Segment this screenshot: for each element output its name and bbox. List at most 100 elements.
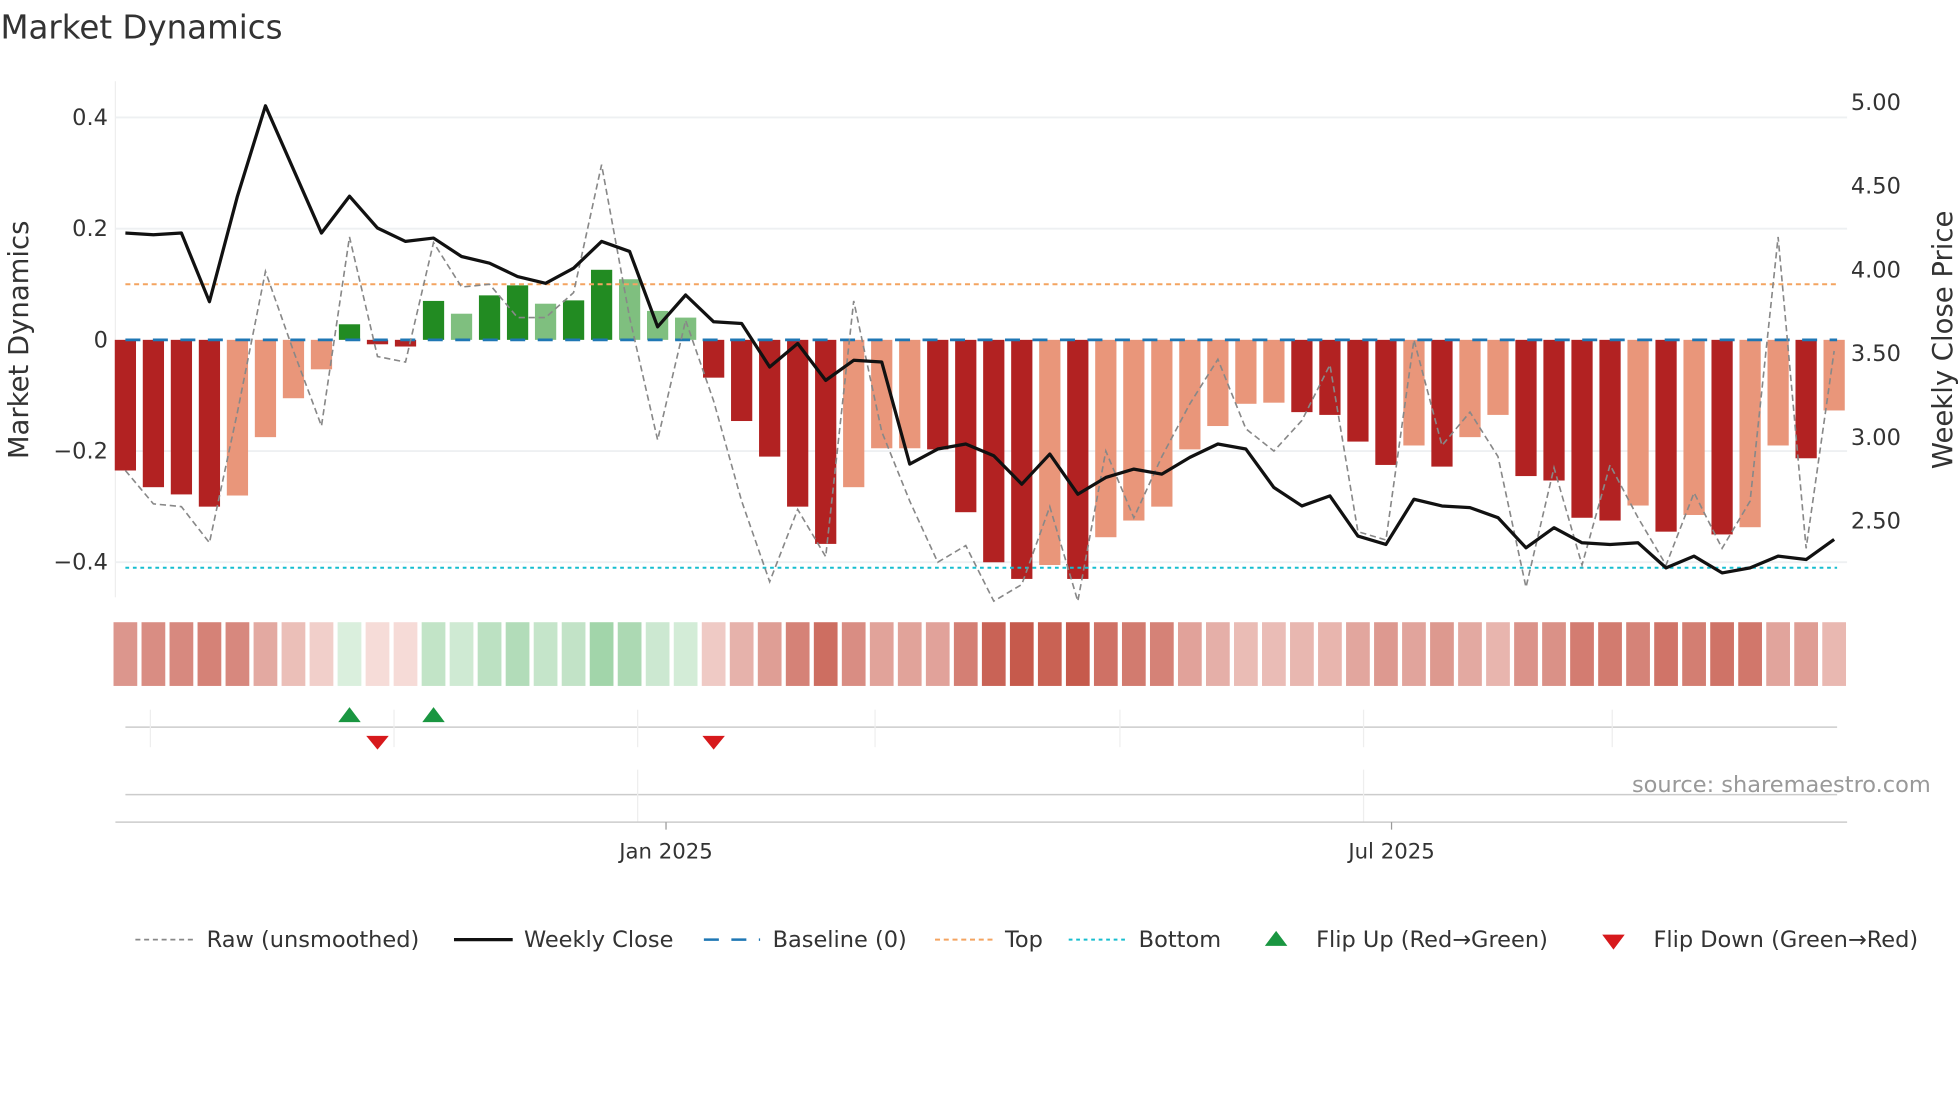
heatmap-cell [281, 622, 306, 686]
heatmap-cell [533, 622, 558, 686]
heatmap-cell [1290, 622, 1314, 686]
heatmap-cell [113, 622, 138, 686]
right-tick-label: 4.00 [1851, 257, 1901, 283]
heatmap-cell [1093, 622, 1118, 686]
bar [254, 339, 277, 438]
heatmap-cell [757, 622, 782, 686]
bar [1067, 339, 1089, 579]
heatmap-cell [1065, 622, 1090, 686]
heatmap-cell [1626, 622, 1650, 686]
heatmap-cell [953, 622, 978, 686]
flip-down-marker [366, 735, 389, 750]
heatmap-cell [1374, 622, 1398, 686]
heatmap-cell [1794, 622, 1818, 686]
heatmap-cell [897, 622, 922, 686]
flip-down-marker [702, 735, 725, 750]
source-label: source: sharemaestro.com [1632, 772, 1931, 798]
right-axis-label: Weekly Close Price [1927, 211, 1959, 469]
heatmap-cell [981, 622, 1006, 686]
heatmap-cell [1766, 622, 1790, 686]
left-tick-label: −0.2 [53, 439, 108, 465]
x-axis: Jan 2025 Jul 2025 [115, 821, 1848, 864]
right-tick-label: 2.50 [1851, 509, 1901, 535]
heatmap-cell [169, 622, 194, 686]
bar [1095, 339, 1117, 538]
heatmap-cell [1234, 622, 1258, 686]
heatmap-cell [477, 622, 502, 686]
heatmap-cell [1262, 622, 1286, 686]
heatmap-cell [253, 622, 278, 686]
legend-label: Bottom [1139, 927, 1221, 953]
flip-up-marker [422, 707, 445, 723]
heatmap-cell [449, 622, 474, 686]
heatmap-cell [141, 622, 166, 686]
legend-flip-down-icon [1602, 934, 1625, 950]
legend-label: Flip Down (Green→Red) [1653, 927, 1918, 953]
heatmap-cell [365, 622, 390, 686]
heatmap-cell [925, 622, 950, 686]
bars [114, 269, 1845, 579]
bar [310, 339, 333, 370]
heatmap-cell [1121, 622, 1146, 686]
heatmap-cell [197, 622, 222, 686]
legend-label: Flip Up (Red→Green) [1316, 927, 1548, 953]
heatmap-cell [1598, 622, 1622, 686]
left-tick-label: 0.4 [72, 105, 108, 131]
bar [1375, 339, 1397, 465]
heatmap-cell [393, 622, 418, 686]
heatmap-cell [1654, 622, 1678, 686]
bar [590, 269, 613, 340]
bar [1263, 339, 1285, 403]
heatmap-cell [1570, 622, 1594, 686]
bar [1767, 339, 1789, 446]
axis-ticks: 0.4 0.2 0 −0.2 −0.4 5.00 4.50 4.00 3.50 3.00 2.50 [53, 90, 1901, 576]
bar [478, 295, 501, 340]
right-tick-label: 5.00 [1851, 90, 1901, 116]
heatmap-cell [505, 622, 530, 686]
bar [1151, 339, 1173, 507]
bar [534, 303, 557, 340]
heatmap-cell [1486, 622, 1510, 686]
bar [282, 339, 305, 399]
left-tick-label: 0 [94, 327, 108, 353]
bar [1319, 339, 1341, 415]
right-tick-label: 4.50 [1851, 174, 1901, 200]
chart-title: Market Dynamics [0, 9, 282, 47]
bar [506, 285, 529, 340]
bar [955, 339, 977, 513]
heatmap-cell [729, 622, 754, 686]
heatmap-cell [1037, 622, 1062, 686]
bar [1683, 339, 1705, 515]
legend-label: Weekly Close [524, 927, 673, 953]
heatmap-cell [1177, 622, 1202, 686]
legend-label: Top [1004, 927, 1043, 953]
flip-markers [125, 707, 1838, 823]
bar [1571, 339, 1593, 518]
bar [1207, 339, 1229, 427]
right-tick-label: 3.00 [1851, 425, 1901, 451]
bar [142, 339, 165, 488]
legend-label: Baseline (0) [773, 927, 907, 953]
bar [1431, 339, 1453, 467]
x-tick-label: Jul 2025 [1346, 839, 1434, 864]
market-dynamics-chart: Market Dynamics Market Dynamics Weekly C… [0, 9, 1959, 953]
heatmap-cell [337, 622, 362, 686]
bar [1711, 339, 1733, 535]
heatmap-cell [1318, 622, 1342, 686]
bar [198, 339, 221, 507]
bar [338, 324, 361, 340]
bar [675, 317, 697, 340]
heatmap-cell [561, 622, 586, 686]
bar [731, 339, 753, 422]
bar [114, 339, 137, 471]
heatmap-cell [309, 622, 334, 686]
heatmap-cell [617, 622, 642, 686]
bar [1347, 339, 1369, 442]
bar [562, 300, 585, 340]
bar [1123, 339, 1145, 521]
heatmap-cell [1542, 622, 1566, 686]
heatmap-cell [1346, 622, 1370, 686]
heatmap-cell [785, 622, 810, 686]
bar [787, 339, 809, 507]
heatmap-cell [701, 622, 726, 686]
